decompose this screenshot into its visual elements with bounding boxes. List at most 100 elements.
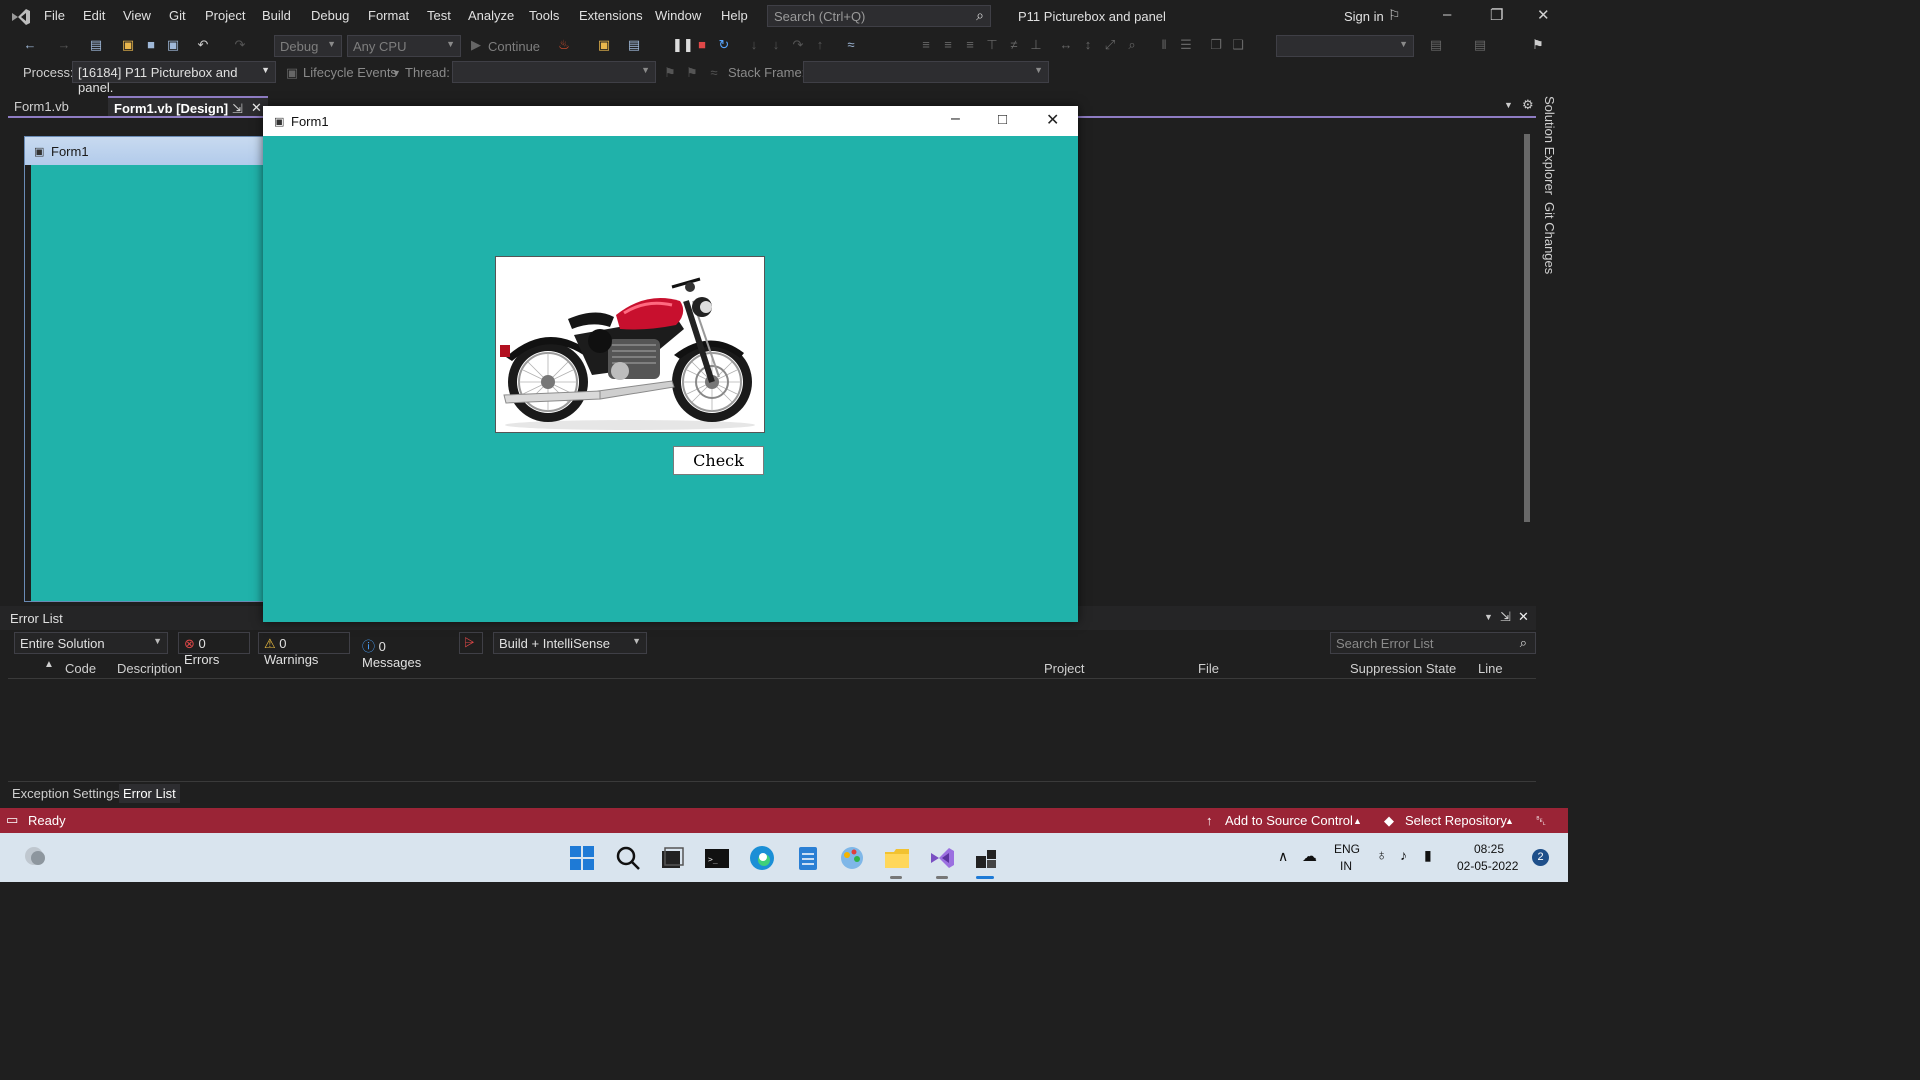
running-form-window[interactable]: ▣ Form1 – □ ✕ Check	[263, 106, 1078, 622]
close-tab-icon[interactable]: ✕	[251, 100, 262, 116]
add-to-source-control-button[interactable]: Add to Source Control	[1225, 813, 1353, 828]
stack-frame-select[interactable]: ▼	[803, 61, 1049, 83]
tab-exception-settings[interactable]: Exception Settings	[8, 784, 124, 803]
lock-controls-icon[interactable]: ▤	[1472, 37, 1488, 53]
designer-combo[interactable]: ▼	[1276, 35, 1414, 57]
show-next-statement-icon[interactable]: ↓	[768, 37, 784, 53]
menu-analyze[interactable]: Analyze	[468, 8, 514, 23]
platform-select[interactable]: Any CPU ▼	[347, 35, 461, 57]
chevron-up-icon[interactable]: ▲	[1505, 816, 1514, 826]
terminal-icon[interactable]: >_	[703, 844, 731, 872]
clock-time[interactable]: 08:25	[1474, 842, 1504, 856]
chevron-down-icon[interactable]: ▼	[392, 68, 401, 78]
menu-edit[interactable]: Edit	[83, 8, 105, 23]
thread-select[interactable]: ▼	[452, 61, 656, 83]
pause-icon[interactable]: ❚❚	[672, 37, 694, 53]
tab-form1-design[interactable]: Form1.vb [Design] ⇲ ✕	[108, 96, 268, 116]
column-file[interactable]: File	[1198, 661, 1219, 676]
chevron-up-icon[interactable]: ∧	[1278, 848, 1288, 865]
search-icon[interactable]	[614, 844, 642, 872]
menu-debug[interactable]: Debug	[311, 8, 349, 23]
onedrive-icon[interactable]: ☁	[1302, 847, 1317, 865]
clock-date[interactable]: 02-05-2022	[1457, 859, 1518, 873]
redo-icon[interactable]: ↷	[232, 37, 248, 53]
chevron-up-icon[interactable]: ▲	[1353, 816, 1362, 826]
configuration-select[interactable]: Debug ▼	[274, 35, 342, 57]
window-position-icon[interactable]: ▼	[1484, 612, 1493, 622]
lifecycle-events-button[interactable]: Lifecycle Events	[303, 65, 397, 80]
menu-project[interactable]: Project	[205, 8, 245, 23]
window-layout-icon[interactable]: ▤	[626, 37, 642, 53]
picturebox[interactable]	[495, 256, 765, 433]
task-view-icon[interactable]	[658, 844, 686, 872]
search-input[interactable]: Search (Ctrl+Q) ⌕	[767, 5, 991, 27]
step-out-icon[interactable]: ↑	[812, 37, 828, 53]
filter-icon[interactable]: ⩥	[459, 632, 483, 654]
design-form-client[interactable]	[31, 165, 273, 601]
start-icon[interactable]	[568, 844, 596, 872]
gear-icon[interactable]: ⚙	[1522, 97, 1534, 113]
bring-to-front-icon[interactable]: ❐	[1208, 37, 1224, 53]
menu-git[interactable]: Git	[169, 8, 186, 23]
menu-build[interactable]: Build	[262, 8, 291, 23]
column-line[interactable]: Line	[1478, 661, 1503, 676]
maximize-icon[interactable]: □	[998, 111, 1007, 128]
browse-folder-icon[interactable]: ▣	[596, 37, 612, 53]
column-description[interactable]: Description	[117, 661, 182, 676]
output-icon[interactable]: ▭	[6, 812, 18, 828]
git-changes-tab[interactable]: Git Changes	[1542, 202, 1557, 274]
column-code[interactable]: Code	[65, 661, 96, 676]
align-right-icon[interactable]: ≡	[962, 37, 978, 53]
save-all-icon[interactable]: ▣	[165, 37, 181, 53]
save-icon[interactable]: ■	[143, 37, 159, 53]
battery-icon[interactable]: ▮	[1424, 847, 1432, 864]
menu-extensions[interactable]: Extensions	[579, 8, 643, 23]
align-center-icon[interactable]: ≡	[940, 37, 956, 53]
open-folder-icon[interactable]: ▣	[120, 37, 136, 53]
pin-icon[interactable]: ⇲	[1500, 609, 1511, 625]
flag-all-icon[interactable]: ⚑	[684, 65, 700, 81]
column-suppression-state[interactable]: Suppression State	[1350, 661, 1456, 676]
paint-icon[interactable]	[838, 844, 866, 872]
network-icon[interactable]: ♁	[1376, 847, 1387, 864]
notification-badge[interactable]: 2	[1532, 849, 1549, 866]
warnings-filter-button[interactable]: ⚠ 0 Warnings	[258, 632, 350, 667]
tab-form1-vb[interactable]: Form1.vb	[8, 96, 75, 116]
same-height-icon[interactable]: ↕	[1080, 37, 1096, 53]
pin-icon[interactable]: ⇲	[232, 101, 243, 117]
error-list-body[interactable]	[8, 679, 1536, 782]
weather-widget-icon[interactable]	[22, 844, 50, 872]
filter-threads-icon[interactable]: ≈	[706, 65, 722, 81]
sign-in-link[interactable]: Sign in	[1344, 9, 1384, 24]
language-bottom[interactable]: IN	[1340, 859, 1352, 873]
select-repository-button[interactable]: Select Repository	[1405, 813, 1507, 828]
live-share-icon[interactable]: ⚐	[1388, 7, 1401, 24]
column-project[interactable]: Project	[1044, 661, 1084, 676]
feedback-icon[interactable]: ⚑	[1530, 37, 1546, 53]
menu-file[interactable]: File	[44, 8, 65, 23]
align-bottom-icon[interactable]: ⊥	[1028, 37, 1044, 53]
form-app-icon[interactable]	[972, 844, 1000, 872]
align-left-icon[interactable]: ≡	[918, 37, 934, 53]
vertical-spacing-icon[interactable]: ☰	[1178, 37, 1194, 53]
design-form[interactable]: ▣ Form1	[24, 136, 274, 602]
sort-icon[interactable]: ▲	[44, 659, 54, 670]
stop-icon[interactable]: ■	[694, 37, 710, 53]
undo-icon[interactable]: ↶	[195, 37, 211, 53]
notepad-icon[interactable]	[794, 844, 822, 872]
scrollbar-thumb[interactable]	[1524, 134, 1530, 522]
tab-overflow-icon[interactable]: ▼	[1504, 100, 1513, 110]
diagnostics-icon[interactable]: ≈	[843, 37, 859, 53]
align-top-icon[interactable]: ⊤	[984, 37, 1000, 53]
notifications-bell-icon[interactable]: ␇	[1536, 813, 1546, 829]
file-explorer-icon[interactable]	[883, 844, 911, 872]
restore-icon[interactable]: ❐	[1490, 6, 1503, 24]
back-icon[interactable]: ←	[22, 37, 38, 53]
search-error-list-input[interactable]: Search Error List ⌕	[1330, 632, 1536, 654]
size-to-grid-icon[interactable]: ⌕	[1124, 37, 1140, 53]
flag-thread-icon[interactable]: ⚑	[662, 65, 678, 81]
errors-filter-button[interactable]: ⊗ 0 Errors	[178, 632, 250, 667]
check-button[interactable]: Check	[673, 446, 764, 475]
form-title-bar[interactable]: ▣ Form1 – □ ✕	[263, 106, 1078, 136]
edge-icon[interactable]	[748, 844, 776, 872]
